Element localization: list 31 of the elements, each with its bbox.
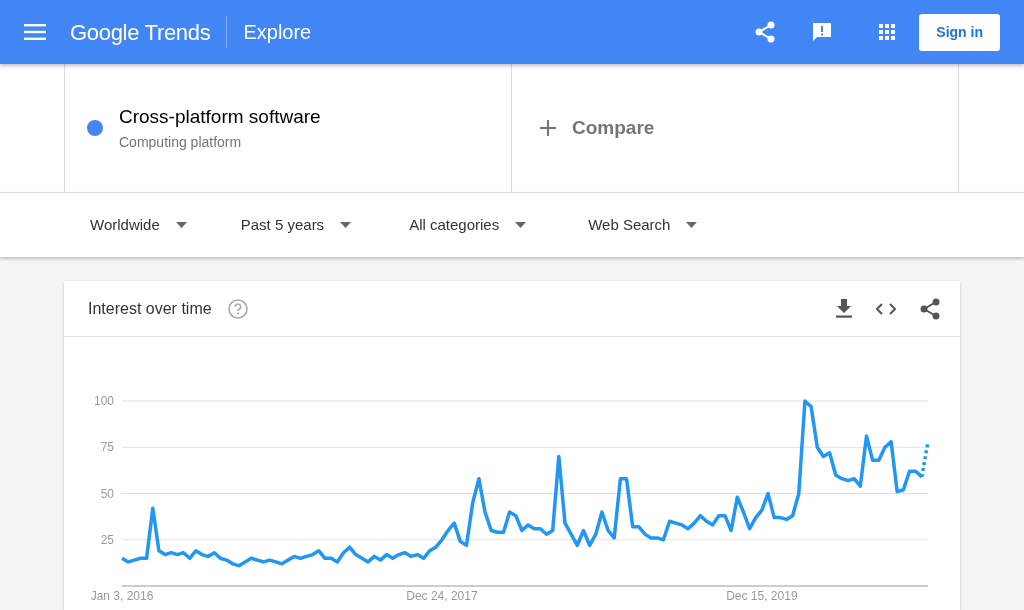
x-tick-label: Dec 15, 2019 [726,589,798,603]
filter-dropdown[interactable]: All categories [409,213,527,237]
term-subtitle: Computing platform [119,132,243,152]
page-title: Explore [243,20,312,45]
sign-in-button[interactable]: Sign in [919,13,1000,51]
y-tick-label: 100 [93,394,114,408]
caret-icon [340,222,352,228]
apps-grid-icon[interactable] [879,24,896,40]
filter-dropdown[interactable]: Web Search [588,213,698,237]
compare-button[interactable]: Compare [540,113,655,143]
y-tick-label: 75 [100,440,114,455]
help-icon[interactable] [227,298,248,319]
menu-icon[interactable] [24,24,46,40]
embed-code-icon[interactable] [876,302,896,315]
y-tick-label: 50 [100,486,114,501]
search-term[interactable]: Cross-platform software [119,103,321,132]
y-tick-label: 25 [100,532,114,547]
x-tick-label: Jan 3, 2016 [90,589,154,603]
download-icon[interactable] [836,299,852,318]
filter-dropdown[interactable]: Past 5 years [240,213,352,237]
logo[interactable]: Google Trends [70,15,211,49]
caret-icon [175,222,187,228]
plus-icon [540,120,556,136]
caret-icon [686,222,698,228]
filter-dropdown[interactable]: Worldwide [90,213,187,237]
card-title: Interest over time [88,298,212,319]
share-icon[interactable] [920,297,940,320]
share-icon[interactable] [755,21,776,43]
feedback-icon[interactable] [811,21,834,43]
caret-icon [515,222,527,228]
x-tick-label: Dec 24, 2017 [406,589,478,603]
